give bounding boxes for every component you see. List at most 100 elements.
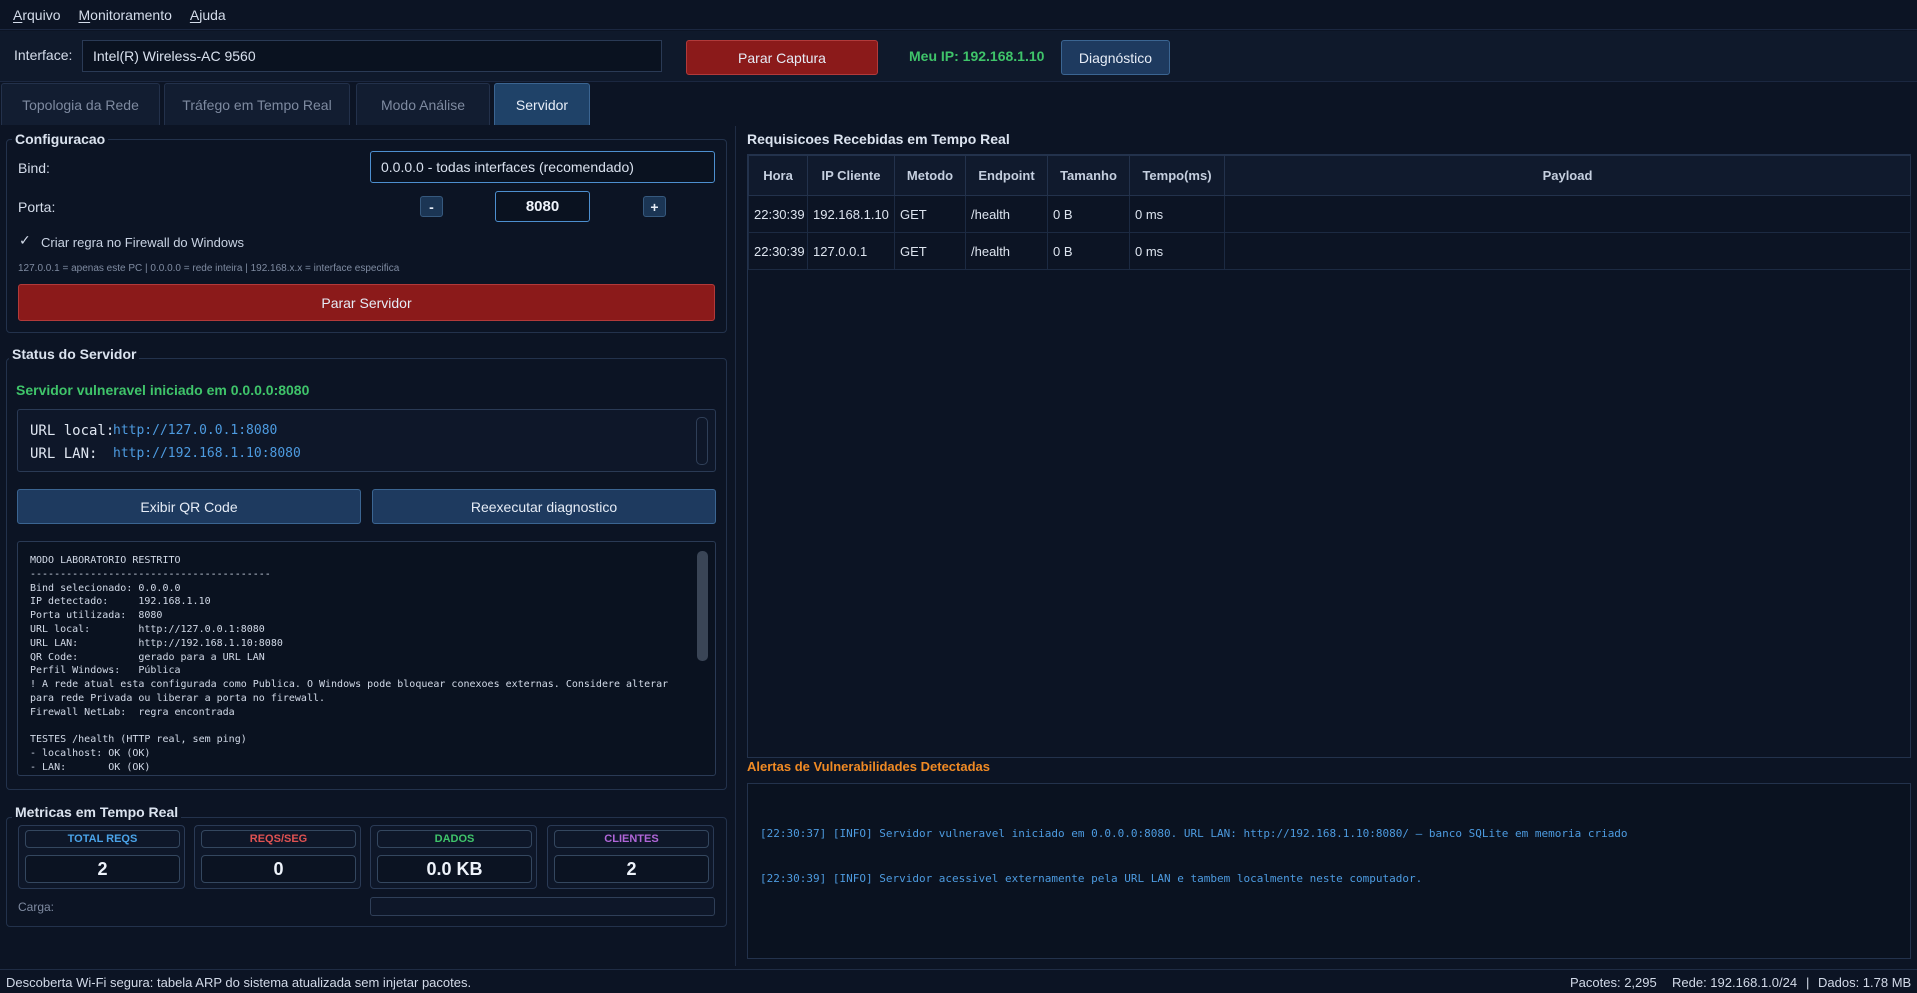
cell-hora: 22:30:39 — [748, 232, 808, 270]
log-line: - localhost: OK (OK) — [30, 748, 151, 760]
tab-trafego[interactable]: Tráfego em Tempo Real — [164, 83, 350, 125]
port-label: Porta: — [18, 199, 56, 215]
alerts-log-text: [22:30:37] [INFO] Servidor vulneravel in… — [760, 796, 1628, 916]
server-status-title: Status do Servidor — [9, 346, 140, 362]
col-metodo[interactable]: Metodo — [894, 155, 966, 196]
url-box-scrollbar[interactable] — [696, 417, 708, 465]
menu-arquivo[interactable]: Arquivo — [13, 7, 60, 23]
url-lan-label: URL LAN: — [30, 446, 98, 462]
col-ip-cliente[interactable]: IP Cliente — [807, 155, 895, 196]
interface-value: Intel(R) Wireless-AC 9560 — [93, 48, 256, 64]
log-line: QR Code: gerado para a URL LAN — [30, 651, 265, 663]
requests-header-row: Hora IP Cliente Metodo Endpoint Tamanho … — [748, 155, 1911, 196]
log-line: ! A rede atual esta configurada como Pub… — [30, 679, 669, 691]
metric-value: 2 — [554, 855, 709, 883]
metric-label: CLIENTES — [554, 830, 709, 848]
requests-table-container: Hora IP Cliente Metodo Endpoint Tamanho … — [747, 154, 1911, 758]
metric-label: DADOS — [377, 830, 532, 848]
cell-tamanho: 0 B — [1047, 232, 1130, 270]
log-line: Perfil Windows: Pública — [30, 665, 181, 677]
status-message: Descoberta Wi-Fi segura: tabela ARP do s… — [6, 975, 472, 990]
diagnostic-log-scrollbar[interactable] — [697, 551, 708, 661]
col-endpoint[interactable]: Endpoint — [965, 155, 1048, 196]
menu-monitoramento[interactable]: Monitoramento — [78, 7, 171, 23]
tab-topologia[interactable]: Topologia da Rede — [1, 83, 160, 125]
interface-select[interactable]: Intel(R) Wireless-AC 9560 — [82, 40, 662, 72]
alerts-log[interactable]: [22:30:37] [INFO] Servidor vulneravel in… — [747, 783, 1911, 959]
cell-ip: 192.168.1.10 — [807, 195, 895, 233]
metric-label: REQS/SEG — [201, 830, 356, 848]
firewall-checkbox-label: Criar regra no Firewall do Windows — [41, 235, 245, 250]
cell-endpoint: /health — [965, 195, 1048, 233]
col-payload[interactable]: Payload — [1224, 155, 1911, 196]
cell-tempo: 0 ms — [1129, 195, 1225, 233]
interface-label: Interface: — [14, 47, 73, 63]
firewall-checkbox[interactable]: ✓ — [19, 232, 31, 249]
url-local-label: URL local: — [30, 423, 115, 439]
url-local-link[interactable]: http://127.0.0.1:8080 — [113, 423, 277, 438]
bind-label: Bind: — [18, 160, 50, 176]
bind-select[interactable]: 0.0.0.0 - todas interfaces (recomendado) — [370, 151, 715, 183]
load-progress-bar — [370, 897, 715, 916]
port-decrement-button[interactable]: - — [420, 196, 443, 217]
diagnostic-log[interactable]: MODO LABORATORIO RESTRITO ---------------… — [17, 541, 716, 776]
rerun-diagnostic-button[interactable]: Reexecutar diagnostico — [372, 489, 716, 524]
log-line: para rede Privada ou liberar a porta no … — [30, 692, 326, 704]
cell-tamanho: 0 B — [1047, 195, 1130, 233]
show-qr-button[interactable]: Exibir QR Code — [17, 489, 361, 524]
log-line: URL LAN: http://192.168.1.10:8080 — [30, 637, 283, 649]
stop-capture-button[interactable]: Parar Captura — [686, 40, 878, 75]
panel-divider[interactable] — [735, 126, 736, 966]
status-network: Rede: 192.168.1.0/24 — [1672, 975, 1798, 990]
cell-tempo: 0 ms — [1129, 232, 1225, 270]
alert-line: [22:30:39] [INFO] Servidor acessivel ext… — [760, 872, 1423, 885]
log-line: IP detectado: 192.168.1.10 — [30, 596, 211, 608]
log-line: Firewall NetLab: regra encontrada — [30, 706, 235, 718]
alert-line: [22:30:37] [INFO] Servidor vulneravel in… — [760, 827, 1628, 840]
col-tamanho[interactable]: Tamanho — [1047, 155, 1130, 196]
metric-label: TOTAL REQS — [25, 830, 180, 848]
diagnostic-button[interactable]: Diagnóstico — [1061, 40, 1170, 75]
metrics-title: Metricas em Tempo Real — [12, 804, 182, 820]
stop-server-button[interactable]: Parar Servidor — [18, 284, 715, 321]
log-line: TESTES /health (HTTP real, sem ping) — [30, 734, 247, 746]
alerts-title: Alertas de Vulnerabilidades Detectadas — [747, 759, 991, 774]
table-row[interactable]: 22:30:39 192.168.1.10 GET /health 0 B 0 … — [748, 195, 1911, 233]
log-line: - LAN: OK (OK) — [30, 761, 151, 773]
cell-metodo: GET — [894, 195, 966, 233]
metric-value: 0.0 KB — [377, 855, 532, 883]
tab-servidor[interactable]: Servidor — [494, 83, 590, 125]
url-lan-link[interactable]: http://192.168.1.10:8080 — [113, 446, 301, 461]
col-hora[interactable]: Hora — [748, 155, 808, 196]
log-line: MODO LABORATORIO RESTRITO — [30, 555, 181, 566]
cell-payload — [1224, 195, 1911, 233]
bind-hint: 127.0.0.1 = apenas este PC | 0.0.0.0 = r… — [18, 263, 400, 274]
menu-ajuda[interactable]: Ajuda — [190, 7, 226, 23]
menu-bar: Arquivo Monitoramento Ajuda — [0, 0, 1917, 30]
metric-clientes: CLIENTES 2 — [547, 825, 714, 889]
toolbar: Interface: Intel(R) Wireless-AC 9560 Par… — [0, 31, 1917, 82]
cell-hora: 22:30:39 — [748, 195, 808, 233]
status-data: Dados: 1.78 MB — [1818, 975, 1912, 990]
status-bar: Descoberta Wi-Fi segura: tabela ARP do s… — [0, 969, 1917, 993]
cell-metodo: GET — [894, 232, 966, 270]
requests-title: Requisicoes Recebidas em Tempo Real — [747, 131, 1010, 147]
metric-value: 0 — [201, 855, 356, 883]
cell-ip: 127.0.0.1 — [807, 232, 895, 270]
load-label: Carga: — [18, 900, 55, 914]
status-packets: Pacotes: 2,295 — [1570, 975, 1657, 990]
status-separator: | — [1806, 975, 1810, 990]
metric-total-reqs: TOTAL REQS 2 — [18, 825, 185, 889]
metric-dados: DADOS 0.0 KB — [370, 825, 537, 889]
col-tempo[interactable]: Tempo(ms) — [1129, 155, 1225, 196]
tab-modo-analise[interactable]: Modo Análise — [356, 83, 490, 125]
port-increment-button[interactable]: + — [643, 196, 666, 217]
port-input[interactable]: 8080 — [495, 191, 590, 222]
my-ip-label: Meu IP: 192.168.1.10 — [909, 48, 1045, 64]
metric-reqs-per-sec: REQS/SEG 0 — [194, 825, 361, 889]
table-row[interactable]: 22:30:39 127.0.0.1 GET /health 0 B 0 ms — [748, 232, 1911, 270]
log-line: ---------------------------------------- — [30, 568, 271, 580]
log-line: Bind selecionado: 0.0.0.0 — [30, 582, 181, 594]
metric-value: 2 — [25, 855, 180, 883]
